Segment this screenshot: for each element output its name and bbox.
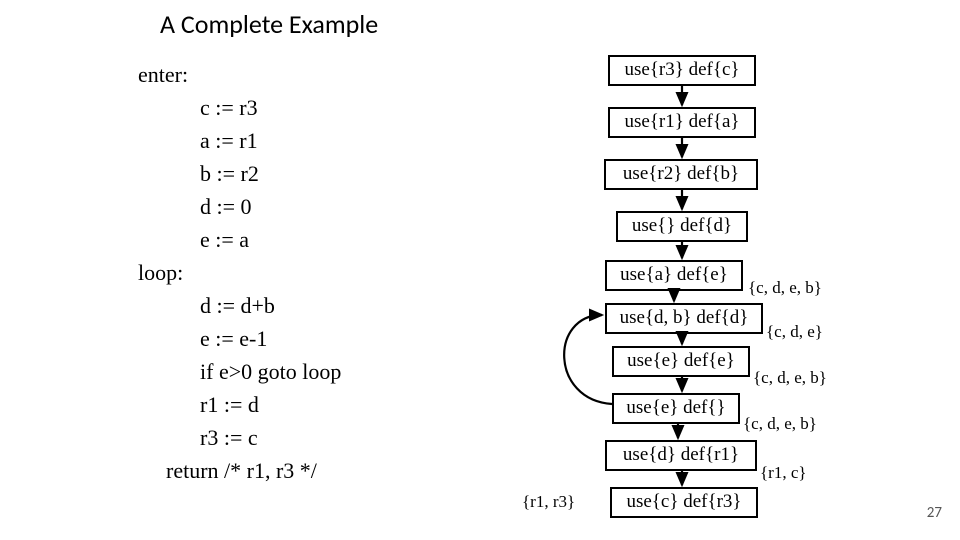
node-use-c-def-r3: use{c} def{r3} [610,487,758,518]
stmt-a: a := r1 [138,124,341,157]
stmt-goto: if e>0 goto loop [138,355,341,388]
page-title: A Complete Example [160,8,378,40]
node-use-a-def-e: use{a} def{e} [605,260,743,291]
set-after-d2: {c, d, e} [766,322,823,342]
stmt-e: e := a [138,223,341,256]
stmt-r1: r1 := d [138,388,341,421]
node-use-e-def: use{e} def{} [612,393,740,424]
page-number: 27 [927,504,942,522]
node-use-r3-def-c: use{r3} def{c} [608,55,756,86]
stmt-d2: d := d+b [138,289,341,322]
node-use-db-def-d: use{d, b} def{d} [605,303,763,334]
stmt-b: b := r2 [138,157,341,190]
node-use-def-d: use{} def{d} [616,211,748,242]
node-use-d-def-r1: use{d} def{r1} [605,440,757,471]
stmt-e2: e := e-1 [138,322,341,355]
set-after-e2: {c, d, e, b} [753,368,827,388]
set-after-r1: {r1, c} [760,463,807,483]
set-after-goto: {c, d, e, b} [743,414,817,434]
node-use-r2-def-b: use{r2} def{b} [604,159,758,190]
node-use-r1-def-a: use{r1} def{a} [608,107,756,138]
code-block: enter: c := r3 a := r1 b := r2 d := 0 e … [138,58,341,487]
stmt-d: d := 0 [138,190,341,223]
stmt-c: c := r3 [138,91,341,124]
stmt-return: return /* r1, r3 */ [138,454,341,487]
stmt-r3: r3 := c [138,421,341,454]
node-use-e-def-e: use{e} def{e} [612,346,750,377]
label-enter: enter: [138,58,341,91]
set-after-e: {c, d, e, b} [748,278,822,298]
label-loop: loop: [138,256,341,289]
return-set: {r1, r3} [522,492,575,512]
